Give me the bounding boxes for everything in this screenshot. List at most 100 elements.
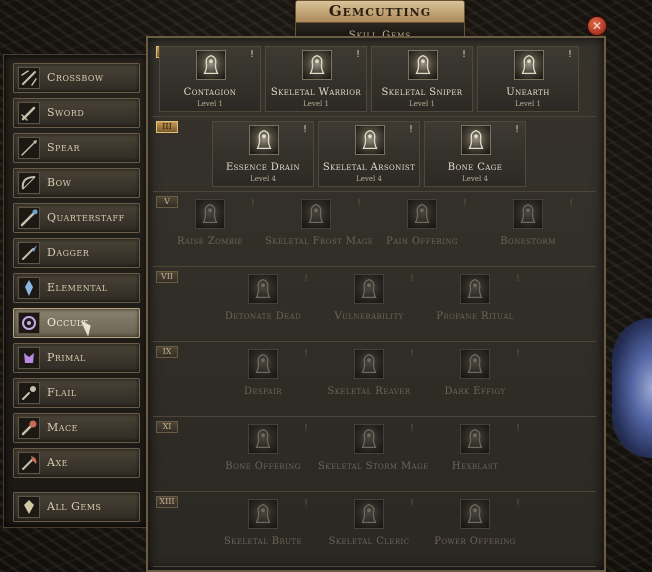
gem-name: Dark Effigy	[444, 386, 506, 397]
gem-level: Level 4	[356, 175, 382, 183]
dark-effigy-icon	[460, 349, 490, 379]
gem-power-offering[interactable]: ! Power Offering	[424, 496, 526, 562]
gem-level: Level 4	[250, 175, 276, 183]
category-label: Elemental	[47, 281, 108, 294]
category-crossbow-button[interactable]: Crossbow	[13, 63, 140, 93]
gem-icon	[18, 496, 40, 518]
sword-icon	[18, 102, 40, 124]
gem-bone-offering[interactable]: ! Bone Offering	[212, 421, 314, 487]
gem-level: Level 4	[462, 175, 488, 183]
category-label: Sword	[47, 106, 85, 119]
gem-contagion[interactable]: ! Contagion Level 1	[159, 46, 261, 112]
category-quarterstaff-button[interactable]: Quarterstaff	[13, 203, 140, 233]
gem-name: Skeletal Storm Mage	[318, 461, 429, 472]
gem-skeletal-cleric[interactable]: ! Skeletal Cleric	[318, 496, 420, 562]
gem-name: Raise Zombie	[176, 236, 244, 247]
gem-profane-ritual[interactable]: ! Profane Ritual	[424, 271, 526, 337]
gem-essence-drain[interactable]: ! Essence Drain Level 4	[212, 121, 314, 187]
gem-info-marker: !	[302, 124, 307, 135]
tier-row: IX ! Despair! Skeletal Reaver ! Dark Effigy	[153, 344, 596, 417]
dagger-icon	[18, 242, 40, 264]
skeletal-warrior-icon	[302, 50, 332, 80]
gem-name: Vulnerability	[334, 311, 404, 322]
spear-icon	[18, 137, 40, 159]
gem-bone-cage[interactable]: ! Bone Cage Level 4	[424, 121, 526, 187]
gem-name: Detonate Dead	[224, 311, 302, 322]
category-bow-button[interactable]: Bow	[13, 168, 140, 198]
tier-numeral: VII	[156, 271, 178, 283]
gem-skeletal-brute[interactable]: ! Skeletal Brute	[212, 496, 314, 562]
gem-info-marker: !	[409, 348, 414, 359]
occult-icon	[18, 312, 40, 334]
category-spear-button[interactable]: Spear	[13, 133, 140, 163]
crossbow-icon	[18, 67, 40, 89]
category-flail-button[interactable]: Flail	[13, 378, 140, 408]
gem-raise-zombie[interactable]: ! Raise Zombie	[159, 196, 261, 262]
category-axe-button[interactable]: Axe	[13, 448, 140, 478]
gem-hexblast[interactable]: ! Hexblast	[424, 421, 526, 487]
category-mace-button[interactable]: Mace	[13, 413, 140, 443]
gem-pain-offering[interactable]: ! Pain Offering	[371, 196, 473, 262]
category-label: Bow	[47, 176, 72, 189]
gem-grid-panel: I!ContagionLevel 1!Skeletal WarriorLevel…	[146, 36, 606, 572]
category-dagger-button[interactable]: Dagger	[13, 238, 140, 268]
bone-cage-icon	[461, 125, 491, 155]
gem-name: Bone Cage	[447, 162, 503, 173]
gem-skeletal-sniper[interactable]: ! Skeletal Sniper Level 1	[371, 46, 473, 112]
gem-despair[interactable]: ! Despair	[212, 346, 314, 412]
gem-name: Bone Offering	[225, 461, 301, 472]
gem-level: Level 1	[409, 100, 435, 108]
gem-name: Despair	[244, 386, 282, 397]
category-sword-button[interactable]: Sword	[13, 98, 140, 128]
category-primal-button[interactable]: Primal	[13, 343, 140, 373]
window-subtitle-bar: Skill Gems	[295, 22, 465, 41]
gem-name: Skeletal Brute	[223, 536, 302, 547]
close-button[interactable]: ✕	[587, 16, 607, 36]
tier-row: V! Raise Zombie! Skeletal Frost Mage! Pain …	[153, 194, 596, 267]
category-label: Spear	[47, 141, 81, 154]
mace-icon	[18, 417, 40, 439]
gem-dark-effigy[interactable]: ! Dark Effigy	[424, 346, 526, 412]
gem-skeletal-warrior[interactable]: ! Skeletal Warrior Level 1	[265, 46, 367, 112]
gem-info-marker: !	[567, 49, 572, 60]
profane-ritual-icon	[460, 274, 490, 304]
skeletal-frost-mage-icon	[301, 199, 331, 229]
gem-detonate-dead[interactable]: ! Detonate Dead	[212, 271, 314, 337]
gem-name: Hexblast	[451, 461, 499, 472]
flail-icon	[18, 382, 40, 404]
skeletal-cleric-icon	[354, 499, 384, 529]
window-title: Gemcutting	[328, 2, 432, 20]
tier-row: III! Essence Drain Level 4! Skeletal Arsoni…	[153, 119, 596, 192]
gem-skeletal-reaver[interactable]: ! Skeletal Reaver	[318, 346, 420, 412]
gem-info-marker: !	[409, 498, 414, 509]
gem-info-marker: !	[568, 198, 573, 209]
pain-offering-icon	[407, 199, 437, 229]
category-label: Axe	[47, 456, 68, 469]
gem-bonestorm[interactable]: ! Bonestorm	[477, 196, 579, 262]
gem-name: Skeletal Reaver	[327, 386, 411, 397]
all-gems-button[interactable]: All Gems	[13, 492, 140, 522]
tier-row: I!ContagionLevel 1!Skeletal WarriorLevel…	[153, 44, 596, 117]
gem-name: Bonestorm	[500, 236, 556, 247]
gem-name: Skeletal Cleric	[328, 536, 410, 547]
gem-vulnerability[interactable]: ! Vulnerability	[318, 271, 420, 337]
gem-skeletal-arsonist[interactable]: ! Skeletal Arsonist Level 4	[318, 121, 420, 187]
category-elemental-button[interactable]: Elemental	[13, 273, 140, 303]
gem-name: Pain Offering	[386, 236, 458, 247]
tier-row: VII! Detonate Dead! Vulnerability! Profane …	[153, 269, 596, 342]
category-sidebar: Crossbow Sword Spear Bow Quarterstaff Dagger E…	[3, 54, 149, 528]
category-label: Crossbow	[47, 71, 104, 84]
gem-info-marker: !	[514, 124, 519, 135]
gem-info-marker: !	[409, 423, 414, 434]
contagion-icon	[196, 50, 226, 80]
gem-skeletal-frost-mage[interactable]: ! Skeletal Frost Mage	[265, 196, 373, 262]
power-offering-icon	[460, 499, 490, 529]
bow-icon	[18, 172, 40, 194]
gem-info-marker: !	[515, 273, 520, 284]
gem-skeletal-storm-mage[interactable]: ! Skeletal Storm Mage	[318, 421, 429, 487]
gem-name: Essence Drain	[225, 162, 301, 173]
skeletal-sniper-icon	[408, 50, 438, 80]
tier-numeral: IX	[156, 346, 178, 358]
category-occult-button[interactable]: Occult	[13, 308, 140, 338]
gem-unearth[interactable]: ! Unearth Level 1	[477, 46, 579, 112]
